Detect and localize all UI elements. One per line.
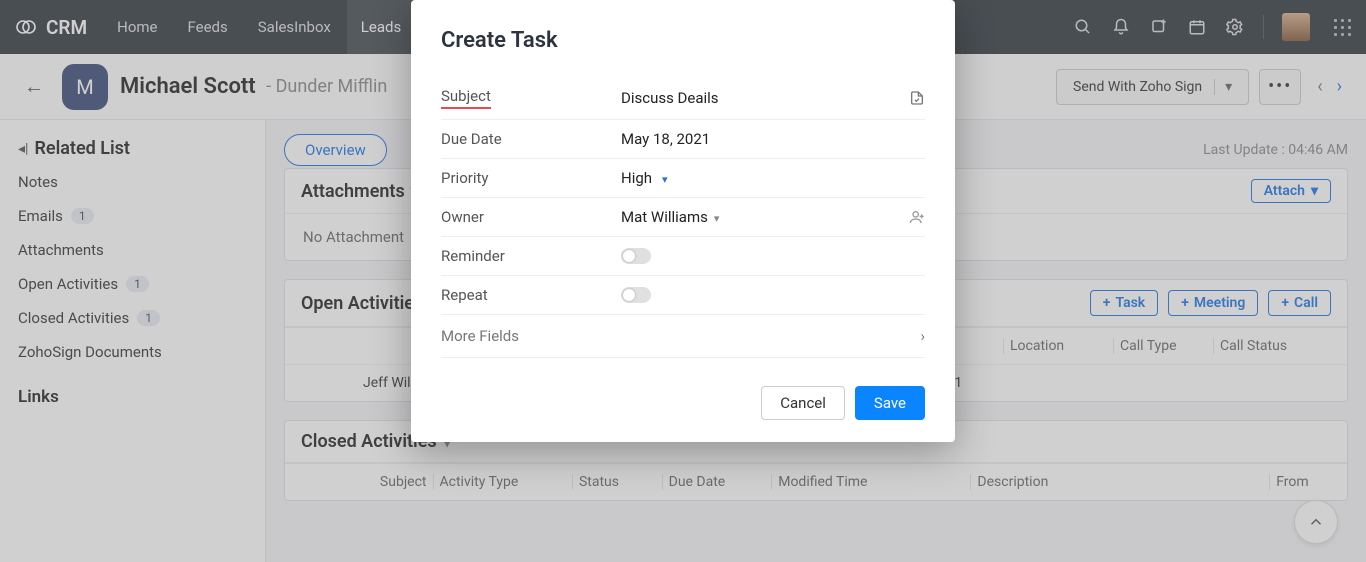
priority-select[interactable]: High <box>621 169 668 187</box>
reminder-label: Reminder <box>441 247 621 265</box>
field-due-date: Due Date May 18, 2021 <box>441 120 925 159</box>
due-date-label: Due Date <box>441 130 621 148</box>
subject-label: Subject <box>441 87 621 109</box>
repeat-label: Repeat <box>441 286 621 304</box>
subject-input[interactable]: Discuss Deails <box>621 89 719 107</box>
more-fields-row[interactable]: More Fields › <box>441 315 925 358</box>
template-picker-icon[interactable] <box>909 90 925 106</box>
cancel-button[interactable]: Cancel <box>761 386 845 420</box>
owner-label: Owner <box>441 208 621 226</box>
field-subject: Subject Discuss Deails <box>441 77 925 120</box>
user-lookup-icon[interactable] <box>909 209 925 225</box>
create-task-modal: Create Task Subject Discuss Deails Due D… <box>411 0 955 442</box>
repeat-toggle[interactable] <box>621 287 651 303</box>
field-reminder: Reminder <box>441 237 925 276</box>
field-repeat: Repeat <box>441 276 925 315</box>
due-date-input[interactable]: May 18, 2021 <box>621 130 710 148</box>
modal-title: Create Task <box>441 28 925 53</box>
more-fields-label: More Fields <box>441 327 519 345</box>
chevron-right-icon: › <box>920 327 925 345</box>
modal-overlay[interactable]: Create Task Subject Discuss Deails Due D… <box>0 0 1366 562</box>
reminder-toggle[interactable] <box>621 248 651 264</box>
save-button[interactable]: Save <box>855 386 925 420</box>
field-priority: Priority High <box>441 159 925 198</box>
priority-label: Priority <box>441 169 621 187</box>
field-owner: Owner Mat Williams <box>441 198 925 237</box>
modal-actions: Cancel Save <box>441 386 925 420</box>
owner-select[interactable]: Mat Williams <box>621 208 719 226</box>
